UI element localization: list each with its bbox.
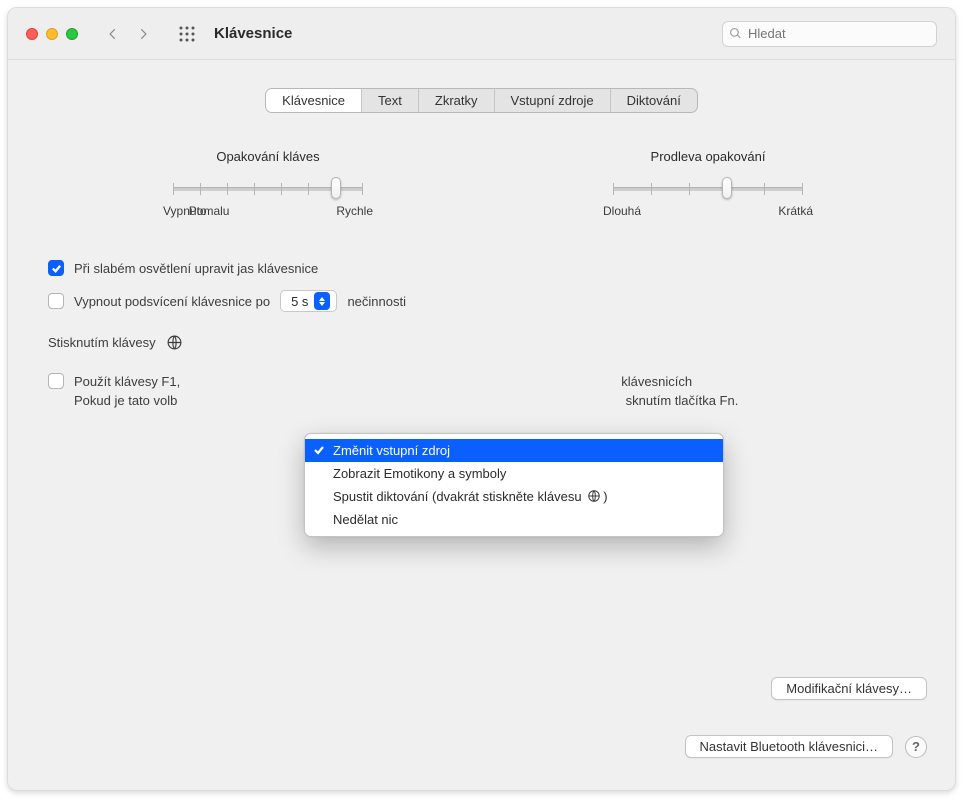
tab-shortcuts[interactable]: Zkratky <box>419 89 495 112</box>
tab-text[interactable]: Text <box>362 89 419 112</box>
nav <box>106 25 196 43</box>
text-fragment: Použít klávesy F1, <box>74 374 180 389</box>
slider-thumb[interactable] <box>722 177 732 199</box>
footer-row-2: Nastavit Bluetooth klávesnici… ? <box>685 735 927 758</box>
popup-item-do-nothing[interactable]: Nedělat nic <box>305 508 723 531</box>
row-fn-keys: Použít klávesy F1, _____________________… <box>48 373 915 411</box>
forward-icon[interactable] <box>136 27 150 41</box>
modifier-keys-button[interactable]: Modifikační klávesy… <box>771 677 927 700</box>
slider-thumb[interactable] <box>331 177 341 199</box>
row-adjust-brightness: Při slabém osvětlení upravit jas klávesn… <box>48 260 915 276</box>
delay-track[interactable] <box>613 178 803 198</box>
label-turn-off-backlight-after: nečinnosti <box>347 294 406 309</box>
hint-fn-keys: Pokud je tato volb _____________________… <box>48 391 915 411</box>
window-title: Klávesnice <box>214 25 292 42</box>
window-controls <box>26 28 78 40</box>
text-fragment: klávesnicích <box>621 374 692 389</box>
slider-label-right: Krátká <box>778 204 813 218</box>
popup-item-change-input-source[interactable]: Změnit vstupní zdroj <box>305 439 723 462</box>
options: Při slabém osvětlení upravit jas klávesn… <box>48 260 915 411</box>
label-adjust-brightness: Při slabém osvětlení upravit jas klávesn… <box>74 261 318 276</box>
checkbox-turn-off-backlight[interactable] <box>48 293 64 309</box>
key-repeat-track[interactable] <box>173 178 363 198</box>
globe-icon <box>166 334 183 351</box>
tab-label: Klávesnice <box>282 93 345 108</box>
tab-label: Zkratky <box>435 93 478 108</box>
search-field[interactable] <box>722 21 937 47</box>
popup-item-label: Nedělat nic <box>333 512 398 527</box>
bluetooth-keyboard-button[interactable]: Nastavit Bluetooth klávesnici… <box>685 735 893 758</box>
popup-item-start-dictation[interactable]: Spustit diktování (dvakrát stiskněte klá… <box>305 485 723 508</box>
tab-bar: Klávesnice Text Zkratky Vstupní zdroje D… <box>48 88 915 113</box>
slider-label-left: Dlouhá <box>603 204 641 218</box>
slider-labels: Dlouhá Krátká <box>603 204 813 218</box>
tab-label: Text <box>378 93 402 108</box>
minimize-button[interactable] <box>46 28 58 40</box>
checkbox-adjust-brightness[interactable] <box>48 260 64 276</box>
help-button[interactable]: ? <box>905 736 927 758</box>
select-backlight-timeout[interactable]: 5 s <box>280 290 337 312</box>
text-fragment: Spustit diktování (dvakrát stiskněte klá… <box>333 489 585 504</box>
globe-icon <box>587 489 601 503</box>
search-icon <box>729 27 742 40</box>
slider-label-mid: Pomalu <box>189 204 230 218</box>
stepper-icon <box>314 292 330 310</box>
tab-input-sources[interactable]: Vstupní zdroje <box>495 89 611 112</box>
titlebar: Klávesnice <box>8 8 955 60</box>
label-turn-off-backlight-before: Vypnout podsvícení klávesnice po <box>74 294 270 309</box>
slider-labels: Vypnuto Rychle Pomalu <box>163 204 373 218</box>
label-press-key: Stisknutím klávesy <box>48 335 156 350</box>
row-turn-off-backlight: Vypnout podsvícení klávesnice po 5 s neč… <box>48 290 915 312</box>
checkbox-fn-keys[interactable] <box>48 373 64 389</box>
back-icon[interactable] <box>106 27 120 41</box>
text-fragment: ) <box>603 489 607 504</box>
text-fragment: Pokud je tato volb <box>74 393 177 408</box>
key-repeat-slider: Opakování kláves Vypnuto Rychle Pomalu <box>133 149 403 218</box>
footer-row-1: Modifikační klávesy… <box>771 677 927 700</box>
text-fragment: sknutím tlačítka Fn. <box>626 393 739 408</box>
popup-item-label: Spustit diktování (dvakrát stiskněte klá… <box>333 489 608 504</box>
tabs: Klávesnice Text Zkratky Vstupní zdroje D… <box>265 88 698 113</box>
select-value: 5 s <box>291 294 308 309</box>
zoom-button[interactable] <box>66 28 78 40</box>
slider-title: Prodleva opakování <box>651 149 766 164</box>
close-button[interactable] <box>26 28 38 40</box>
tab-keyboard[interactable]: Klávesnice <box>266 89 362 112</box>
globe-action-popup: Změnit vstupní zdroj Zobrazit Emotikony … <box>304 433 724 537</box>
search-input[interactable] <box>746 25 930 42</box>
show-all-icon[interactable] <box>178 25 196 43</box>
popup-item-label: Změnit vstupní zdroj <box>333 443 450 458</box>
popup-item-emoji-symbols[interactable]: Zobrazit Emotikony a symboly <box>305 462 723 485</box>
row-press-key: Stisknutím klávesy <box>48 334 915 351</box>
preferences-window: Klávesnice Klávesnice Text Zkratky Vstup… <box>7 7 956 791</box>
delay-slider: Prodleva opakování Dlouhá Krátká <box>573 149 843 218</box>
label-fn-keys-line1: Použít klávesy F1, _____________________… <box>74 374 692 389</box>
slider-label-right: Rychle <box>336 204 373 218</box>
tab-label: Vstupní zdroje <box>511 93 594 108</box>
sliders-area: Opakování kláves Vypnuto Rychle Pomalu P… <box>48 149 915 218</box>
tab-dictation[interactable]: Diktování <box>611 89 697 112</box>
content: Klávesnice Text Zkratky Vstupní zdroje D… <box>8 60 955 790</box>
check-icon <box>313 444 325 459</box>
popup-item-label: Zobrazit Emotikony a symboly <box>333 466 506 481</box>
slider-title: Opakování kláves <box>216 149 319 164</box>
tab-label: Diktování <box>627 93 681 108</box>
